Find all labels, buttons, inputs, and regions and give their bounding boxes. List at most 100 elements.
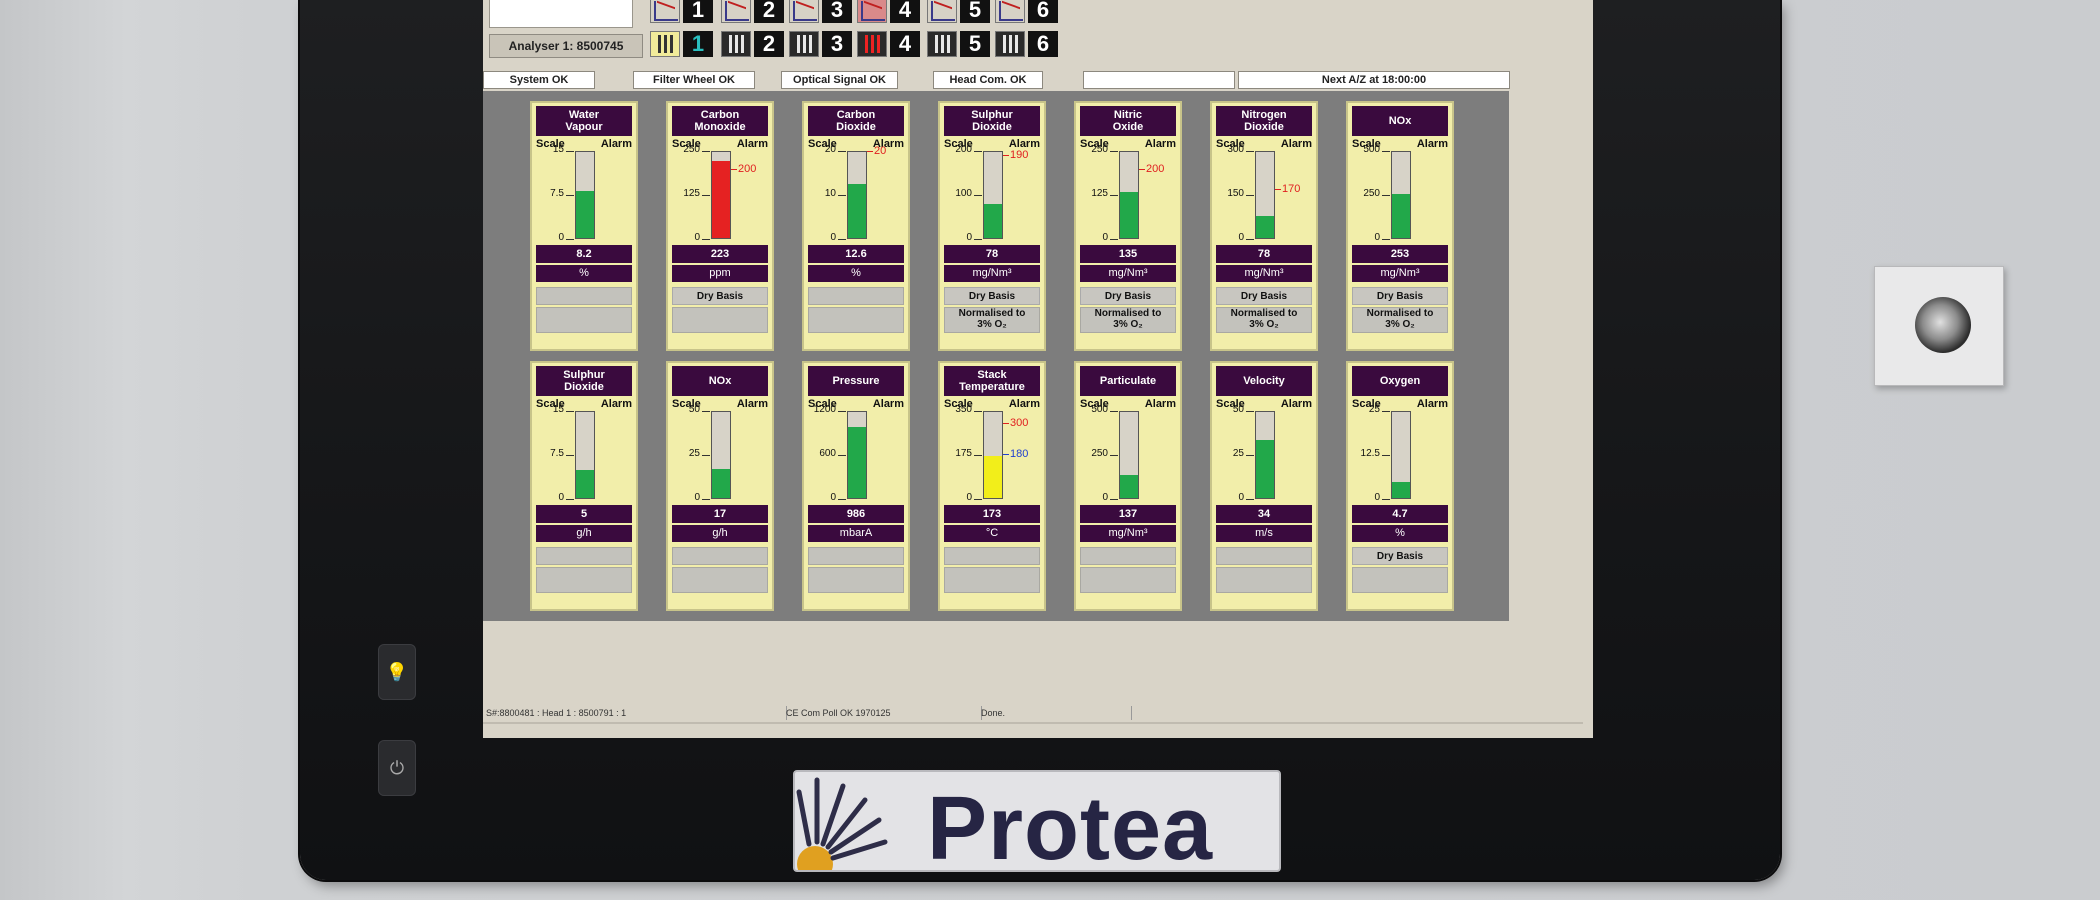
status-optical-signal: Optical Signal OK [781, 71, 898, 89]
normalised-label: Normalised to 3% O₂ [1080, 307, 1176, 333]
alarm-label: Alarm [1416, 138, 1448, 150]
gauge-card[interactable]: Oxygen Scale Alarm 25 12.5 0 4.7% Dry Basis [1346, 361, 1454, 611]
normalised-blank [536, 307, 632, 333]
normalised-label: Normalised to 3% O₂ [944, 307, 1040, 333]
basis-blank [1216, 547, 1312, 565]
alarm-marker [1003, 423, 1009, 425]
alarm-marker [731, 168, 737, 170]
bar-button-4[interactable]: 4 [857, 30, 925, 58]
gauge-card[interactable]: Pressure Scale Alarm 1200 600 0 986 mbarA [802, 361, 910, 611]
gauge-card[interactable]: Carbon Dioxide Scale Alarm 20 10 0 20 12.6% [802, 101, 910, 351]
gauge-value: 986 [808, 505, 904, 523]
gauge-value: 34 [1216, 505, 1312, 523]
bar-button-6[interactable]: 6 [995, 30, 1063, 58]
gauge-title: Water Vapour [536, 106, 632, 136]
scale-tick-line [1382, 195, 1390, 196]
scale-tick: 0 [830, 232, 836, 243]
alarm-label: Alarm [1144, 138, 1176, 150]
normalised-blank [1216, 567, 1312, 593]
normalised-blank [944, 567, 1040, 593]
key-lock-icon[interactable] [1915, 297, 1971, 353]
gauge-card[interactable]: NOx Scale Alarm 500 250 0 253 mg/Nm³ Dry Basis No… [1346, 101, 1454, 351]
gauge-card[interactable]: Velocity Scale Alarm 50 25 0 34 m/s [1210, 361, 1318, 611]
basis-blank [944, 547, 1040, 565]
gauge-fill [984, 204, 1002, 238]
scale-tick-line [974, 455, 982, 456]
alarm-value: 300 [1010, 417, 1029, 430]
gauge-title: Sulphur Dioxide [944, 106, 1040, 136]
basis-label: Dry Basis [1216, 287, 1312, 305]
gauge-value: 78 [1216, 245, 1312, 263]
gauge-panel: Water Vapour Scale Alarm 15 7.5 0 8.2% Carbon M… [483, 91, 1509, 621]
scale-tick: 0 [1238, 232, 1244, 243]
chart-button-1[interactable]: 1 [650, 0, 718, 24]
scale-tick: 250 [1091, 448, 1108, 459]
scale-tick: 0 [966, 232, 972, 243]
scale-tick: 300 [1227, 144, 1244, 155]
scale-tick-line [1246, 411, 1254, 412]
normalised-blank [1352, 567, 1448, 593]
gauge-card[interactable]: NOx Scale Alarm 50 25 0 17 g/h [666, 361, 774, 611]
gauge-value: 173 [944, 505, 1040, 523]
status-next-az: Next A/Z at 18:00:00 [1238, 71, 1510, 89]
alarm-label: Alarm [600, 398, 632, 410]
bar-gauge-icon [927, 31, 957, 57]
brightness-button[interactable]: 💡 [378, 644, 416, 700]
bar-button-2[interactable]: 2 [721, 30, 789, 58]
scale-tick: 7.5 [550, 188, 564, 199]
chart-button-5[interactable]: 5 [927, 0, 995, 24]
gauge-card[interactable]: Water Vapour Scale Alarm 15 7.5 0 8.2% [530, 101, 638, 351]
gauge-fill [984, 455, 1002, 498]
gauge-card[interactable]: Particulate Scale Alarm 500 250 0 137 mg/Nm³ [1074, 361, 1182, 611]
power-button[interactable]: ⏻ [378, 740, 416, 796]
trend-chart-icon [789, 0, 819, 23]
chart-button-4[interactable]: 4 [857, 0, 925, 24]
alarm-label: Alarm [1144, 398, 1176, 410]
gauge-value: 17 [672, 505, 768, 523]
gauge-title: Nitrogen Dioxide [1216, 106, 1312, 136]
chart-button-3[interactable]: 3 [789, 0, 857, 24]
scale-tick-line [1246, 195, 1254, 196]
alarm-value: 190 [1010, 149, 1029, 162]
basis-label: Dry Basis [1080, 287, 1176, 305]
gauge-title: Velocity [1216, 366, 1312, 396]
scale-tick: 12.5 [1360, 448, 1380, 459]
scale-tick: 250 [1091, 144, 1108, 155]
bottom-status-bar: S#:8800481 : Head 1 : 8500791 : 1 CE Com… [483, 706, 1593, 722]
alarm-marker [1003, 155, 1009, 157]
trend-chart-icon [927, 0, 957, 23]
scale-tick: 0 [694, 492, 700, 503]
chart-button-2[interactable]: 2 [721, 0, 789, 24]
gauge-fill [1392, 481, 1410, 498]
bar-button-number: 1 [683, 31, 713, 57]
status-head-com: Head Com. OK [933, 71, 1043, 89]
scale-tick-line [1110, 499, 1118, 500]
gauge-title: Pressure [808, 366, 904, 396]
bar-button-5[interactable]: 5 [927, 30, 995, 58]
chart-button-number: 1 [683, 0, 713, 23]
scale-tick-line [702, 499, 710, 500]
scale-tick-line [838, 499, 846, 500]
gauge-card[interactable]: Carbon Monoxide Scale Alarm 250 125 0 200 223 pp… [666, 101, 774, 351]
bar-button-number: 5 [960, 31, 990, 57]
gauge-tube [1119, 411, 1139, 499]
chart-button-number: 2 [754, 0, 784, 23]
scale-tick: 250 [683, 144, 700, 155]
gauge-tube [847, 151, 867, 239]
bar-button-3[interactable]: 3 [789, 30, 857, 58]
chart-button-6[interactable]: 6 [995, 0, 1063, 24]
wall-key-switch[interactable] [1874, 266, 2004, 386]
gauge-card[interactable]: Nitrogen Dioxide Scale Alarm 300 150 0 170 78 mg… [1210, 101, 1318, 351]
gauge-card[interactable]: Stack Temperature Scale Alarm 350 175 0 300 180… [938, 361, 1046, 611]
gauge-card[interactable]: Nitric Oxide Scale Alarm 250 125 0 200 135 mg/Nm… [1074, 101, 1182, 351]
gauge-value: 137 [1080, 505, 1176, 523]
analyser-label: Analyser 1: 8500745 [489, 34, 643, 58]
bar-button-number: 3 [822, 31, 852, 57]
logo-plate: Protea [793, 770, 1281, 872]
gauge-tube [847, 411, 867, 499]
gauge-unit: mg/Nm³ [944, 265, 1040, 282]
chart-button-number: 3 [822, 0, 852, 23]
gauge-card[interactable]: Sulphur Dioxide Scale Alarm 15 7.5 0 5 g/h [530, 361, 638, 611]
gauge-card[interactable]: Sulphur Dioxide Scale Alarm 200 100 0 190 78 mg/… [938, 101, 1046, 351]
bar-button-1[interactable]: 1 [650, 30, 718, 58]
